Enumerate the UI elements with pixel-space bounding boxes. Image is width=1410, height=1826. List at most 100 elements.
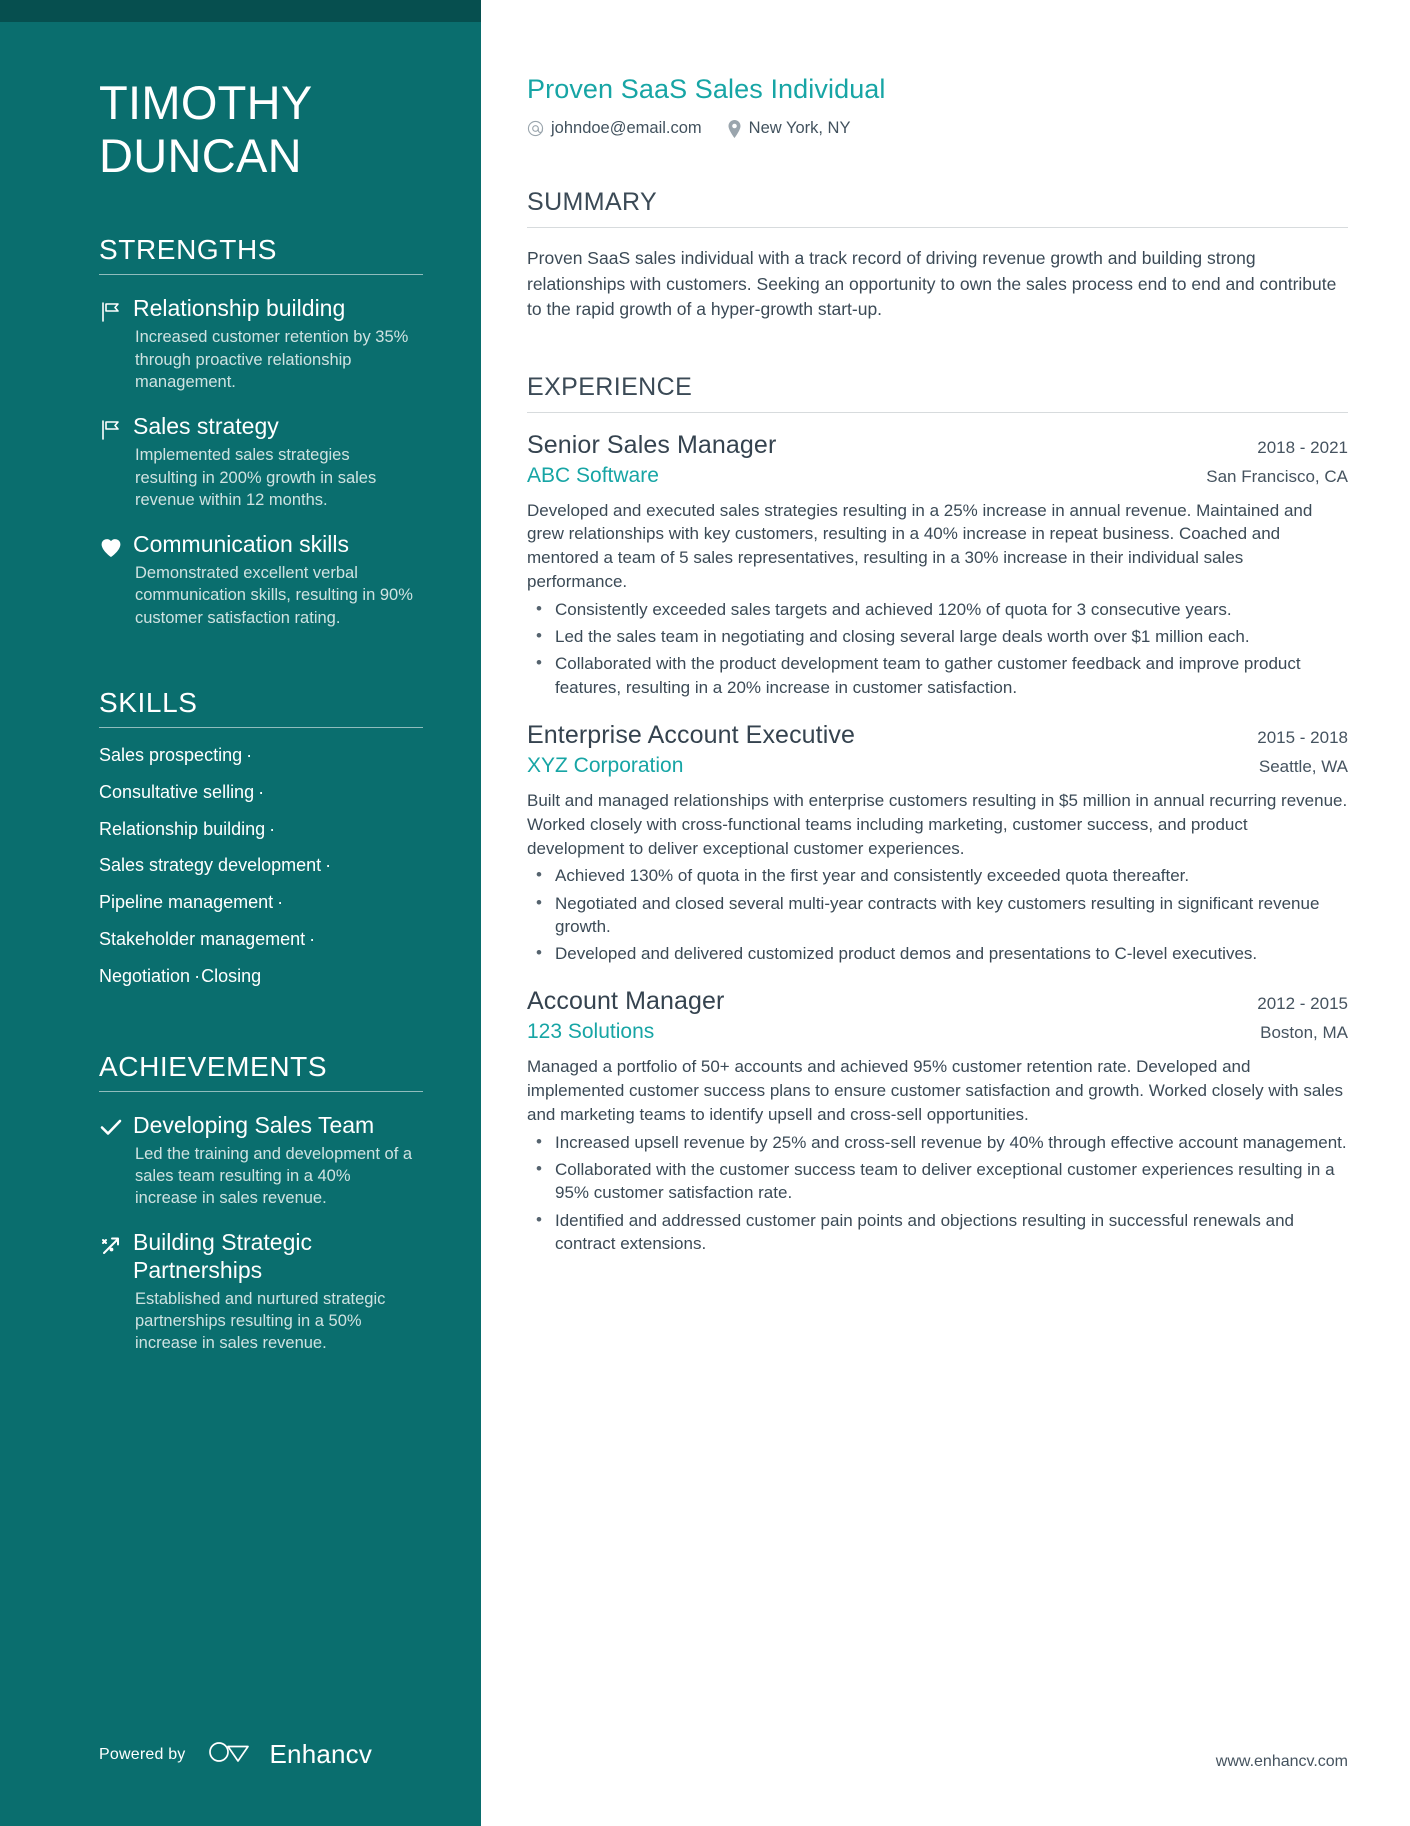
website-url[interactable]: www.enhancv.com <box>1216 1753 1348 1771</box>
strength-title: Relationship building <box>133 295 346 322</box>
skills-list: Sales prospecting · Consultative selling ·… <box>99 744 413 987</box>
brand-name: Enhancv <box>269 1739 373 1769</box>
heart-icon <box>99 531 133 562</box>
skill-label: Sales strategy development <box>99 855 322 876</box>
job-location: San Francisco, CA <box>1206 466 1348 486</box>
summary-heading: SUMMARY <box>527 188 658 216</box>
strength-description: Demonstrated excellent verbal communicat… <box>135 564 413 627</box>
job-bullet-list: Consistently exceeded sales targets and … <box>527 597 1348 699</box>
achievement-title: Building Strategic Partnerships <box>133 1229 312 1283</box>
achievement-title: Developing Sales Team <box>133 1111 375 1138</box>
contact-email-value: johndoe@email.com <box>551 119 702 137</box>
job-location: Seattle, WA <box>1258 756 1348 776</box>
achievements-section: ACHIEVEMENTS Developing Sales Team Led t… <box>99 1050 423 1355</box>
check-icon <box>99 1112 133 1143</box>
main-content: Proven SaaS Sales Individual johndoe@ema… <box>481 0 1410 1826</box>
experience-entry-subheader: XYZ Corporation Seattle, WA <box>527 754 1348 778</box>
flag-icon <box>99 295 133 326</box>
powered-by-label: Powered by <box>99 1745 186 1763</box>
strengths-heading: STRENGTHS <box>99 234 278 266</box>
contact-location-value: New York, NY <box>748 119 851 137</box>
achievement-description: Led the training and development of a sa… <box>135 1144 413 1208</box>
job-bullet: Collaborated with the product developmen… <box>527 651 1348 699</box>
skill-label: Negotiation <box>99 965 191 986</box>
at-icon <box>527 120 544 137</box>
skill-item: Sales prospecting · <box>99 744 413 766</box>
job-company: 123 Solutions <box>527 1020 655 1044</box>
achievements-heading: ACHIEVEMENTS <box>99 1050 328 1082</box>
strength-item: Communication skills <box>99 531 413 562</box>
strength-item: Relationship building <box>99 295 413 326</box>
skill-item: Stakeholder management · <box>99 928 413 950</box>
job-title: Senior Sales Manager <box>527 430 777 459</box>
experience-entry-header: Enterprise Account Executive 2015 - 2018 <box>527 721 1348 750</box>
resume-page: TIMOTHY DUNCAN STRENGTHS Relationship bu… <box>0 0 1410 1826</box>
skills-divider <box>99 726 423 728</box>
skill-separator: · <box>246 744 253 765</box>
experience-entry: Senior Sales Manager 2018 - 2021 ABC Sof… <box>527 431 1348 699</box>
skill-separator: · <box>258 781 265 802</box>
skill-label: Stakeholder management <box>99 928 306 949</box>
skill-separator: · <box>325 855 332 876</box>
job-description: Built and managed relationships with ent… <box>527 790 1348 858</box>
experience-entry-header: Senior Sales Manager 2018 - 2021 <box>527 431 1348 460</box>
sidebar: TIMOTHY DUNCAN STRENGTHS Relationship bu… <box>0 0 481 1826</box>
skills-section: SKILLS Sales prospecting · Consultative s… <box>99 686 423 987</box>
sidebar-top-accent-bar <box>0 0 481 22</box>
job-bullet-list: Achieved 130% of quota in the first year… <box>527 863 1348 965</box>
achievements-divider <box>99 1090 423 1092</box>
skill-separator: · <box>277 892 284 913</box>
candidate-first-name: TIMOTHY <box>99 76 313 129</box>
strength-description: Increased customer retention by 35% thro… <box>135 328 409 391</box>
skill-label: Closing <box>201 965 262 986</box>
skill-item: Consultative selling · <box>99 781 413 803</box>
experience-divider <box>527 411 1348 413</box>
experience-section: EXPERIENCE Senior Sales Manager 2018 - 2… <box>527 373 1348 1256</box>
skill-item: Relationship building · <box>99 818 413 840</box>
job-description: Managed a portfolio of 50+ accounts and … <box>527 1057 1344 1125</box>
headline: Proven SaaS Sales Individual <box>527 74 886 104</box>
skill-label: Pipeline management <box>99 892 274 913</box>
skill-separator: · <box>309 928 316 949</box>
strengths-divider <box>99 274 423 276</box>
candidate-last-name: DUNCAN <box>99 129 302 183</box>
summary-section: SUMMARY Proven SaaS sales individual wit… <box>527 188 1348 323</box>
job-bullet: Identified and addressed customer pain p… <box>527 1208 1348 1256</box>
experience-entry-subheader: 123 Solutions Boston, MA <box>527 1020 1348 1044</box>
brand-logo: Enhancv <box>208 1738 373 1771</box>
experience-entry-subheader: ABC Software San Francisco, CA <box>527 464 1348 488</box>
job-title: Account Manager <box>527 987 725 1016</box>
job-dates: 2018 - 2021 <box>1257 437 1348 457</box>
job-bullet: Consistently exceeded sales targets and … <box>527 597 1348 621</box>
skill-label: Sales prospecting <box>99 744 243 765</box>
skill-label: Consultative selling <box>99 781 255 802</box>
job-bullet: Collaborated with the customer success t… <box>527 1157 1348 1205</box>
job-bullet: Increased upsell revenue by 25% and cros… <box>527 1130 1348 1154</box>
strength-description: Implemented sales strategies resulting i… <box>135 446 377 509</box>
rocket-icon <box>99 1229 133 1287</box>
job-bullet: Developed and delivered customized produ… <box>527 941 1348 965</box>
strength-item: Sales strategy <box>99 413 413 444</box>
strengths-section: STRENGTHS Relationship building Increase… <box>99 234 423 629</box>
achievement-item: Building Strategic Partnerships <box>99 1229 413 1287</box>
enhancv-logo-icon <box>208 1738 258 1771</box>
job-bullet-list: Increased upsell revenue by 25% and cros… <box>527 1130 1348 1256</box>
contact-email[interactable]: johndoe@email.com <box>527 119 702 138</box>
job-dates: 2012 - 2015 <box>1257 994 1348 1014</box>
skill-separator: · <box>269 818 276 839</box>
job-bullet: Led the sales team in negotiating and cl… <box>527 624 1348 648</box>
contact-row: johndoe@email.com New York, NY <box>527 119 1348 138</box>
job-bullet: Negotiated and closed several multi-year… <box>527 891 1348 939</box>
skill-item: Sales strategy development · <box>99 855 413 876</box>
experience-entry: Account Manager 2012 - 2015 123 Solution… <box>527 987 1348 1255</box>
flag-icon <box>99 413 133 444</box>
contact-location: New York, NY <box>727 119 851 138</box>
powered-by-footer: Powered by Enhancv <box>99 1738 372 1771</box>
skills-heading: SKILLS <box>99 686 198 718</box>
skill-separator: · <box>194 965 201 986</box>
job-company: ABC Software <box>527 463 659 487</box>
experience-entry: Enterprise Account Executive 2015 - 2018… <box>527 721 1348 966</box>
skill-item: Pipeline management · <box>99 892 413 913</box>
job-title: Enterprise Account Executive <box>527 720 855 749</box>
skill-label: Relationship building <box>99 818 266 839</box>
